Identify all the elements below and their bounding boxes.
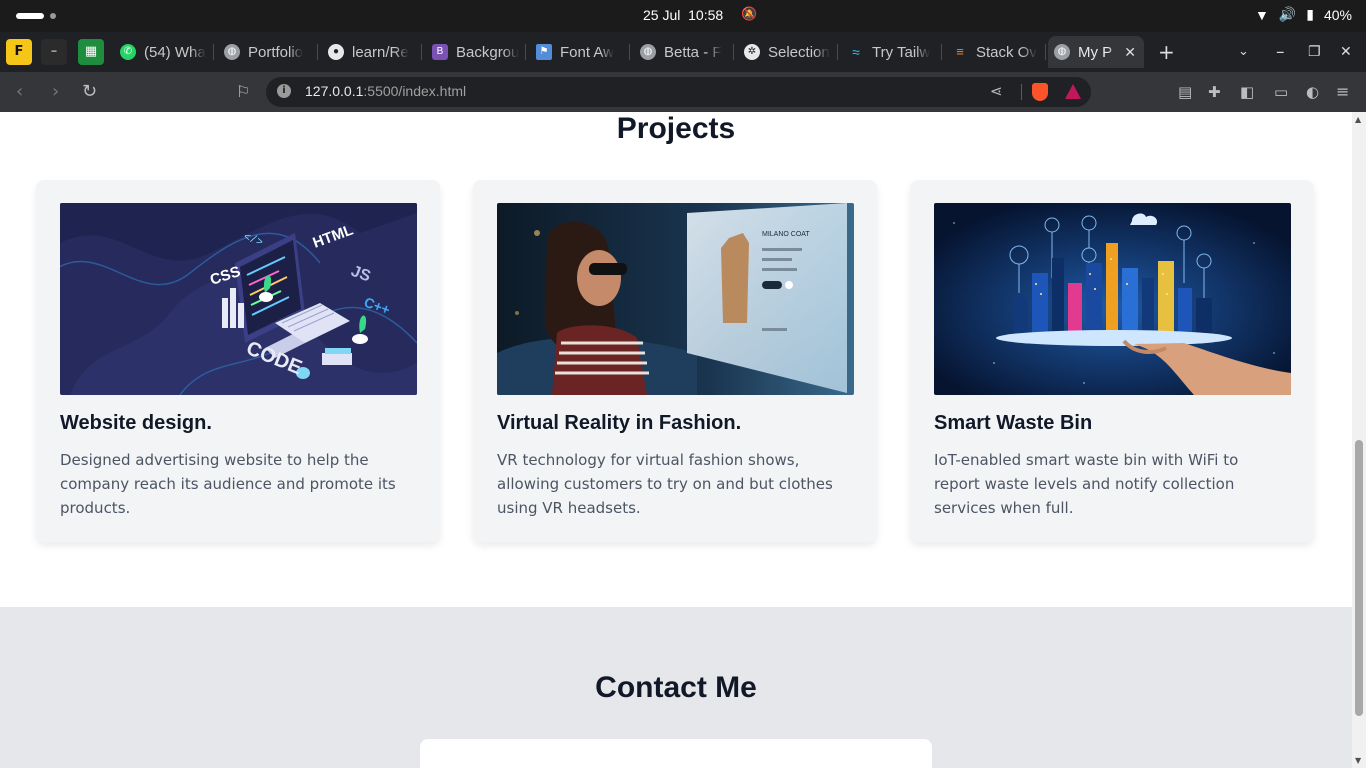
scroll-down-arrow-icon[interactable]: ▼ bbox=[1355, 756, 1361, 765]
battery-icon: ▮ bbox=[1306, 6, 1314, 22]
pinned-tab-dark-icon[interactable]: – bbox=[41, 39, 67, 65]
close-window-button[interactable]: ✕ bbox=[1340, 42, 1352, 62]
system-tray[interactable]: ▼ 🔊 ▮ 40% bbox=[1255, 6, 1352, 23]
reload-button[interactable]: ↻ bbox=[82, 81, 97, 103]
stackoverflow-icon: ≡ bbox=[956, 44, 964, 59]
project-image-smart-city bbox=[934, 203, 1291, 395]
project-title: Virtual Reality in Fashion. bbox=[497, 412, 742, 434]
flag-icon: ⚑ bbox=[536, 44, 552, 60]
bootstrap-icon: B bbox=[432, 44, 448, 60]
wallet-icon[interactable]: ▭ bbox=[1274, 81, 1288, 103]
tab-whatsapp[interactable]: ✆ (54) Wha bbox=[114, 36, 214, 68]
brave-rewards-icon[interactable] bbox=[1065, 84, 1081, 99]
forward-button[interactable]: › bbox=[52, 81, 59, 103]
pinned-tab-sheets-icon[interactable]: ▦ bbox=[78, 39, 104, 65]
scrollbar-thumb[interactable] bbox=[1355, 440, 1363, 716]
tab-betta[interactable]: ◍ Betta - F bbox=[634, 36, 734, 68]
system-top-bar: 25 Jul 10:58 🔕 ▼ 🔊 ▮ 40% bbox=[0, 0, 1366, 32]
tab-chatgpt[interactable]: ✲ Selection bbox=[738, 36, 838, 68]
close-tab-icon[interactable]: ✕ bbox=[1124, 44, 1136, 61]
battery-percent: 40% bbox=[1323, 6, 1352, 23]
clock[interactable]: 25 Jul 10:58 bbox=[643, 7, 723, 23]
project-title: Smart Waste Bin bbox=[934, 412, 1093, 434]
tab-my-portfolio-active[interactable]: ◍ My P ✕ bbox=[1048, 36, 1144, 68]
whatsapp-icon: ✆ bbox=[120, 44, 136, 60]
tailwind-icon: ≈ bbox=[852, 44, 860, 60]
brave-shields-icon[interactable] bbox=[1032, 83, 1048, 101]
wifi-icon: ▼ bbox=[1254, 6, 1269, 23]
svg-text:MILANO COAT: MILANO COAT bbox=[762, 231, 810, 238]
browser-toolbar: ‹ › ↻ ⚐ i 127.0.0.1:5500/index.html ⋖ ▤ … bbox=[0, 72, 1366, 112]
project-description: Designed advertising website to help the… bbox=[60, 451, 396, 517]
page-viewport: Projects CSS HTML JS C++ CODE </> Websit… bbox=[0, 112, 1352, 768]
volume-icon: 🔊 bbox=[1278, 6, 1297, 22]
extensions-icon[interactable]: ✚ bbox=[1208, 81, 1221, 103]
omnibox-divider bbox=[1021, 84, 1022, 100]
globe-icon: ◍ bbox=[640, 44, 656, 60]
globe-icon: ◍ bbox=[224, 44, 240, 60]
project-description: VR technology for virtual fashion shows,… bbox=[497, 451, 833, 517]
back-button[interactable]: ‹ bbox=[16, 81, 23, 103]
workspace-indicator[interactable] bbox=[16, 13, 44, 19]
browser-tab-strip: F – ▦ ✆ (54) Wha ◍ Portfolio ● learn/Re … bbox=[0, 32, 1366, 72]
minimize-window-button[interactable]: – bbox=[1276, 42, 1285, 62]
tab-tailwind[interactable]: ≈ Try Tailw bbox=[842, 36, 942, 68]
project-image-coding: CSS HTML JS C++ CODE </> bbox=[60, 203, 417, 395]
openai-icon: ✲ bbox=[744, 44, 760, 60]
project-card-smart-waste-bin[interactable]: Smart Waste Bin IoT-enabled smart waste … bbox=[910, 180, 1314, 542]
menu-icon[interactable]: ≡ bbox=[1336, 81, 1349, 103]
url-text[interactable]: 127.0.0.1:5500/index.html bbox=[305, 83, 466, 99]
site-info-icon[interactable]: i bbox=[277, 84, 291, 98]
project-description: IoT-enabled smart waste bin with WiFi to… bbox=[934, 451, 1239, 517]
scroll-up-arrow-icon[interactable]: ▲ bbox=[1355, 115, 1361, 124]
project-card-vr-fashion[interactable]: MILANO COAT Virtual Reality in Fashion. … bbox=[473, 180, 877, 542]
tab-stackoverflow[interactable]: ≡ Stack Ov bbox=[946, 36, 1046, 68]
workspace-dot[interactable] bbox=[50, 13, 56, 19]
page-scrollbar[interactable]: ▲ ▼ bbox=[1352, 112, 1366, 768]
restore-window-button[interactable]: ❐ bbox=[1308, 42, 1321, 62]
project-title: Website design. bbox=[60, 412, 212, 434]
tab-portfolio[interactable]: ◍ Portfolio bbox=[218, 36, 318, 68]
new-tab-button[interactable]: + bbox=[1158, 42, 1175, 62]
tab-github[interactable]: ● learn/Re bbox=[322, 36, 422, 68]
pinned-tab-f-icon[interactable]: F bbox=[6, 39, 32, 65]
notifications-muted-icon[interactable]: 🔕 bbox=[741, 7, 757, 22]
contact-section: Contact Me bbox=[0, 607, 1352, 768]
globe-icon: ◍ bbox=[1054, 44, 1070, 60]
project-image-vr: MILANO COAT bbox=[497, 203, 854, 395]
github-icon: ● bbox=[328, 44, 344, 60]
tab-bootstrap[interactable]: B Backgrou bbox=[426, 36, 526, 68]
projects-heading: Projects bbox=[616, 112, 736, 145]
reader-mode-icon[interactable]: ▤ bbox=[1178, 81, 1192, 103]
tab-search-chevron-icon[interactable]: ⌄ bbox=[1238, 42, 1249, 62]
project-card-website-design[interactable]: CSS HTML JS C++ CODE </> Website design.… bbox=[36, 180, 440, 542]
tab-font-awesome[interactable]: ⚑ Font Aw bbox=[530, 36, 630, 68]
contact-heading: Contact Me bbox=[595, 671, 757, 704]
bookmark-icon[interactable]: ⚐ bbox=[236, 81, 250, 103]
sidebar-icon[interactable]: ◧ bbox=[1240, 81, 1254, 103]
address-bar[interactable]: i 127.0.0.1:5500/index.html ⋖ bbox=[266, 77, 1091, 107]
profile-icon[interactable]: ◐ bbox=[1306, 81, 1319, 103]
share-icon[interactable]: ⋖ bbox=[990, 82, 1003, 100]
contact-form[interactable] bbox=[420, 739, 932, 768]
